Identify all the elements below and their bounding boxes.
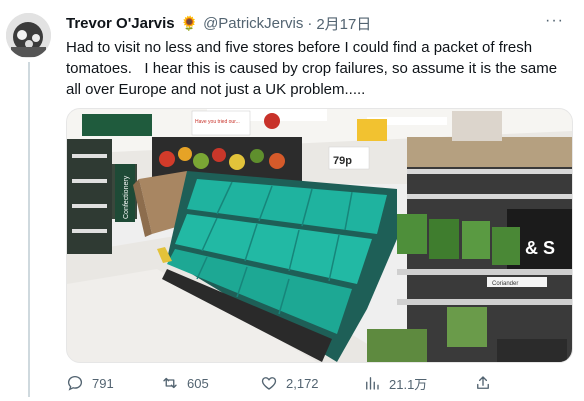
store-photo: Confectionery Have you tried our... 79p … [67, 109, 572, 362]
reply-count: 791 [92, 375, 114, 391]
shelf-label: Coriander [492, 281, 518, 287]
like-button[interactable]: 2,172 [260, 374, 319, 392]
avatar[interactable] [6, 13, 51, 58]
share-button[interactable] [474, 374, 492, 392]
retweet-icon [163, 377, 177, 389]
tweet-date[interactable]: 2月17日 [316, 13, 371, 34]
tweet-actions: 791 605 2,172 21.1万 [66, 372, 496, 394]
author-name[interactable]: Trevor O'Jarvis [66, 15, 175, 32]
thread-line [28, 62, 30, 397]
tweet-header: Trevor O'Jarvis 🌻 @PatrickJervis · 2月17日 [66, 12, 371, 34]
aisle-sign-text: Confectionery [123, 175, 130, 219]
like-count: 2,172 [286, 375, 319, 391]
brand-fragment: & S [525, 238, 555, 258]
views-button[interactable]: 21.1万 [363, 374, 427, 393]
separator-dot: · [307, 14, 313, 32]
tweet-text: Had to visit no less and five stores bef… [66, 39, 562, 98]
price-tag: 79p [333, 155, 352, 167]
retweet-count: 605 [187, 375, 209, 391]
author-handle[interactable]: @PatrickJervis [203, 15, 303, 32]
heart-icon [261, 377, 277, 390]
sunflower-icon: 🌻 [180, 14, 199, 31]
view-count: 21.1万 [389, 376, 428, 392]
share-icon [477, 376, 489, 389]
reply-icon [67, 375, 83, 391]
retweet-button[interactable]: 605 [161, 374, 209, 392]
top-banner-text: Have you tried our... [195, 119, 240, 125]
more-options-icon[interactable]: ··· [545, 12, 564, 30]
analytics-icon [366, 377, 379, 390]
reply-button[interactable]: 791 [66, 374, 114, 392]
tweet-image[interactable]: Confectionery Have you tried our... 79p … [66, 108, 573, 363]
